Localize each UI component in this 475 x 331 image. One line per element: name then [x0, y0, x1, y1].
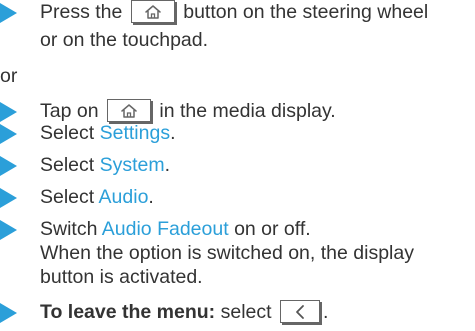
step-bullet-icon [0, 303, 17, 323]
audio-menu-item: Audio [98, 186, 149, 208]
back-key-button [279, 300, 320, 324]
step-bullet-icon [0, 188, 17, 208]
home-key-button [130, 0, 175, 24]
or-connector: or [0, 65, 18, 87]
step-bullet-icon [0, 124, 17, 144]
step-1-line-1: Press the button on the steering wheel [40, 0, 429, 24]
step-bullet-icon [0, 156, 17, 176]
step-6-line-1: Switch Audio Fadeout on or off. [40, 218, 311, 240]
home-key-button [106, 99, 151, 123]
system-menu-item: System [99, 154, 165, 176]
step-1-line-2: or on the touchpad. [40, 29, 209, 51]
step-bullet-icon [0, 3, 17, 23]
step-6-line-3: button is activated. [40, 266, 203, 288]
step-6-line-2: When the option is switched on, the disp… [40, 242, 414, 264]
step-bullet-icon [0, 220, 17, 240]
step-3-line-1: Select Settings. [40, 122, 176, 144]
step-2-line-1: Tap on in the media display. [40, 99, 336, 123]
step-5-line-1: Select Audio. [40, 186, 154, 208]
step-4-line-1: Select System. [40, 154, 171, 176]
settings-menu-item: Settings [99, 122, 171, 144]
step-7-line-1: To leave the menu: select . [40, 300, 329, 324]
audio-fadeout-option: Audio Fadeout [101, 218, 229, 240]
step-bullet-icon [0, 102, 17, 122]
home-icon [121, 104, 137, 119]
leave-menu-label: To leave the menu: [40, 301, 216, 323]
home-icon [145, 5, 161, 20]
back-arrow-icon [296, 305, 304, 320]
